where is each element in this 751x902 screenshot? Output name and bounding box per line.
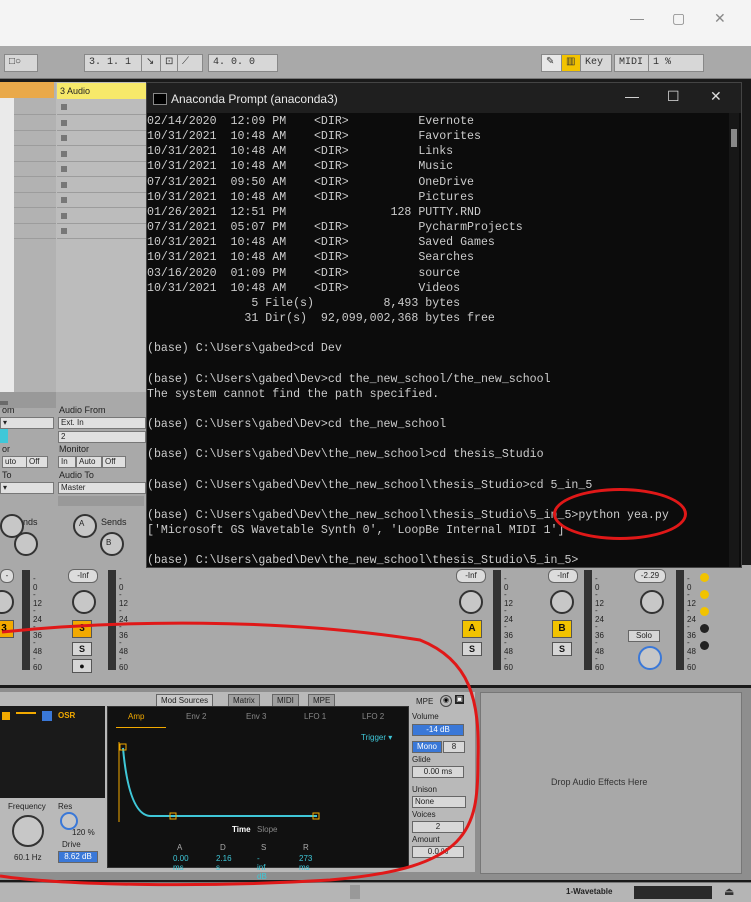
terminal-line: (base) C:\Users\gabed\Dev>cd the_new_sch… bbox=[147, 372, 551, 386]
terminal-line: 10/31/2021 10:48 AM <DIR> Saved Games bbox=[147, 236, 495, 250]
terminal-scrollbar[interactable] bbox=[729, 113, 739, 567]
terminal-line: 10/31/2021 10:48 AM <DIR> Searches bbox=[147, 251, 474, 265]
terminal-line: 01/26/2021 12:51 PM 128 PUTTY.RND bbox=[147, 205, 481, 219]
terminal-line: 10/31/2021 10:48 AM <DIR> Links bbox=[147, 145, 454, 159]
terminal-line: 02/14/2020 12:09 PM <DIR> Evernote bbox=[147, 115, 474, 128]
terminal-line: (base) C:\Users\gabed\Dev>cd the_new_sch… bbox=[147, 418, 447, 431]
terminal-line: 10/31/2021 10:48 AM <DIR> Music bbox=[147, 160, 454, 174]
terminal-minimize-icon[interactable]: — bbox=[625, 88, 639, 104]
terminal-title: Anaconda Prompt (anaconda3) bbox=[171, 92, 338, 106]
terminal-close-icon[interactable]: ✕ bbox=[710, 88, 722, 105]
terminal-title-bar[interactable]: Anaconda Prompt (anaconda3) — ☐ ✕ bbox=[147, 83, 741, 113]
terminal-line: 31 Dir(s) 92,099,002,368 bytes free bbox=[147, 311, 495, 325]
terminal-line: 5 File(s) 8,493 bytes bbox=[147, 296, 461, 310]
terminal-line: ['Microsoft GS Wavetable Synth 0', 'Loop… bbox=[147, 524, 565, 538]
terminal-icon bbox=[153, 93, 167, 105]
terminal-line: (base) C:\Users\gabed\Dev\the_new_school… bbox=[147, 478, 593, 492]
terminal-line: 10/31/2021 10:48 AM <DIR> Favorites bbox=[147, 130, 481, 144]
terminal-line: 03/16/2020 01:09 PM <DIR> source bbox=[147, 266, 461, 280]
terminal-line: 10/31/2021 10:48 AM <DIR> Pictures bbox=[147, 190, 474, 204]
terminal-line: (base) C:\Users\gabed\Dev\the_new_school… bbox=[147, 554, 579, 568]
terminal-line: 10/31/2021 10:48 AM <DIR> Videos bbox=[147, 281, 461, 295]
terminal-line: (base) C:\Users\gabed\Dev\the_new_school… bbox=[147, 448, 544, 462]
terminal-line: 07/31/2021 05:07 PM <DIR> PycharmProject… bbox=[147, 221, 523, 235]
terminal-line: 07/31/2021 09:50 AM <DIR> OneDrive bbox=[147, 175, 474, 189]
red-annotation-path bbox=[0, 621, 480, 887]
red-annotation-circle bbox=[553, 488, 687, 540]
terminal-scroll-thumb[interactable] bbox=[731, 129, 737, 147]
terminal-line: (base) C:\Users\gabed>cd Dev bbox=[147, 342, 342, 356]
terminal-line: The system cannot find the path specifie… bbox=[147, 387, 440, 401]
terminal-maximize-icon[interactable]: ☐ bbox=[667, 88, 680, 105]
